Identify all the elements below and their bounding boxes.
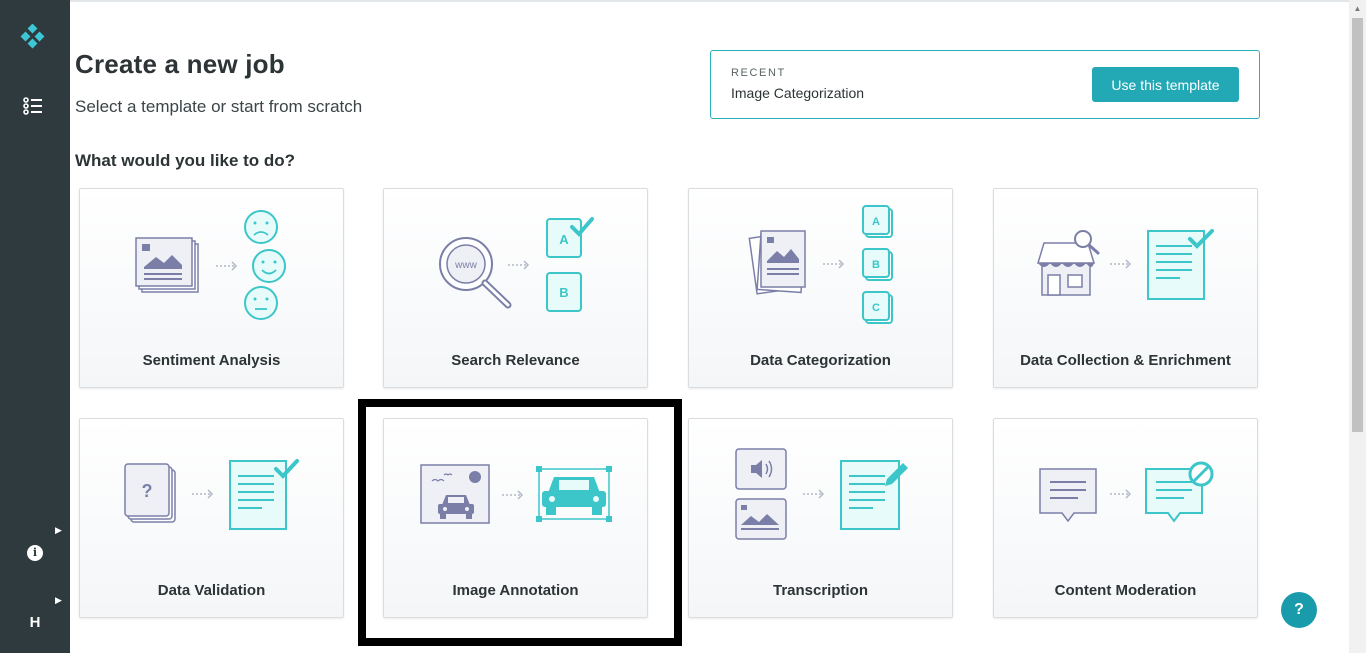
svg-text:C: C	[872, 302, 880, 314]
content-moderation-icon	[1039, 461, 1214, 523]
card-label: Transcription	[772, 582, 869, 599]
template-card-data-validation[interactable]: ? Data Validation	[79, 418, 344, 618]
image-annotation-icon	[420, 464, 612, 524]
scrollbar-thumb[interactable]	[1352, 18, 1363, 432]
user-avatar[interactable]: H	[24, 614, 46, 634]
card-label: Search Relevance	[451, 352, 580, 369]
page-subtitle: Select a template or start from scratch	[75, 97, 363, 116]
recent-template-name: Image Categorization	[731, 85, 865, 101]
card-label: Data Collection & Enrichment	[1020, 352, 1231, 369]
use-template-button[interactable]: Use this template	[1092, 67, 1239, 102]
info-icon[interactable]: i	[27, 545, 43, 561]
page-title: Create a new job	[75, 49, 285, 79]
svg-text:?: ?	[142, 481, 153, 501]
template-card-image-annotation[interactable]: Image Annotation	[383, 418, 648, 618]
top-divider	[70, 0, 1366, 2]
svg-text:A: A	[872, 216, 880, 228]
card-label: Data Validation	[157, 582, 266, 599]
transcription-icon	[735, 448, 908, 540]
data-validation-icon: ?	[124, 459, 299, 530]
card-label: Sentiment Analysis	[142, 352, 281, 369]
template-card-transcription[interactable]: Transcription	[688, 418, 953, 618]
scroll-up-arrow-icon[interactable]: ▲	[1349, 2, 1366, 16]
section-question: What would you like to do?	[75, 151, 296, 170]
vertical-scrollbar[interactable]: ▲	[1349, 0, 1366, 653]
diamond-logo-icon[interactable]	[20, 24, 46, 50]
task-list-icon[interactable]	[22, 96, 44, 116]
card-label: Content Moderation	[1054, 582, 1197, 599]
recent-label: RECENT	[731, 67, 786, 79]
template-card-sentiment-analysis[interactable]: Sentiment Analysis	[79, 188, 344, 388]
template-card-data-collection-enrichment[interactable]: Data Collection & Enrichment	[993, 188, 1258, 388]
data-collection-icon	[1036, 229, 1214, 300]
sidebar: ▶ i ▶ H	[0, 0, 70, 653]
recent-template-panel: RECENT Image Categorization Use this tem…	[710, 50, 1260, 119]
template-card-content-moderation[interactable]: Content Moderation	[993, 418, 1258, 618]
svg-text:B: B	[872, 259, 880, 271]
card-label: Image Annotation	[452, 582, 579, 599]
expand-user-arrow-icon[interactable]: ▶	[55, 595, 62, 606]
template-card-search-relevance[interactable]: www A B Search Relevance	[383, 188, 648, 388]
svg-text:B: B	[559, 285, 568, 300]
svg-text:www: www	[454, 260, 477, 271]
sentiment-analysis-icon	[135, 210, 286, 320]
template-card-data-categorization[interactable]: A B C Data Categorization	[688, 188, 953, 388]
help-button[interactable]: ?	[1281, 592, 1317, 628]
search-relevance-icon: www A B	[439, 217, 594, 312]
svg-text:A: A	[559, 232, 569, 247]
card-label: Data Categorization	[750, 352, 891, 369]
expand-arrow-icon[interactable]: ▶	[55, 525, 62, 536]
data-categorization-icon: A B C	[748, 205, 893, 324]
